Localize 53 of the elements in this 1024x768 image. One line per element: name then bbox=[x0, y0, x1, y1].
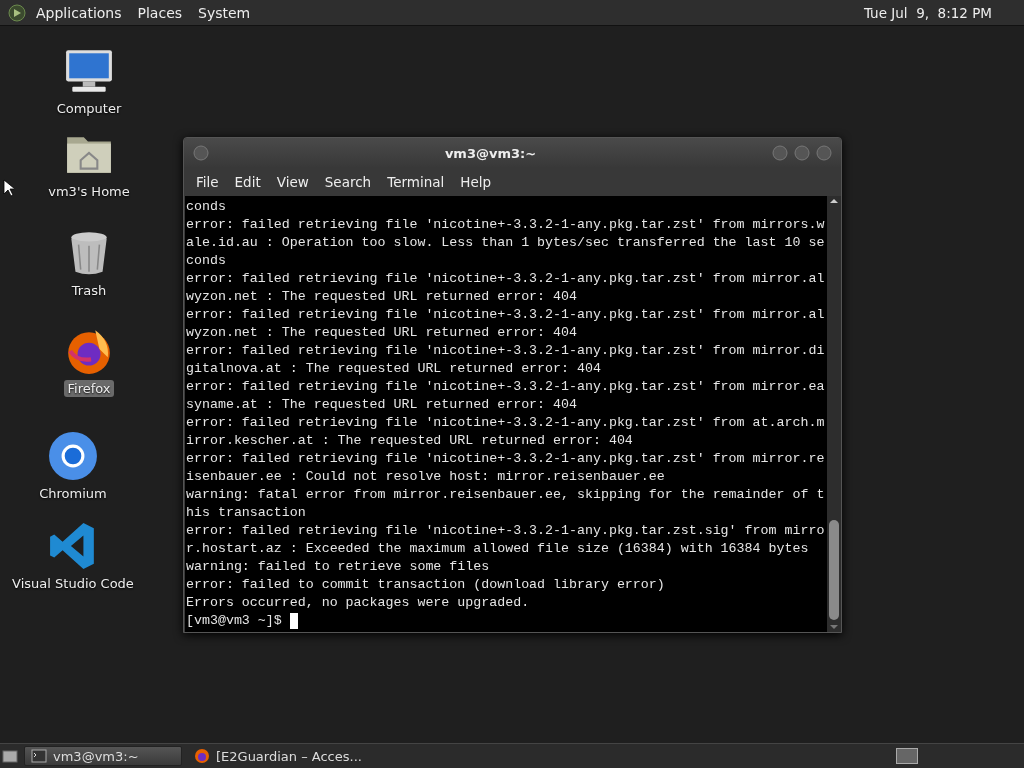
terminal-line: his transaction bbox=[186, 504, 306, 522]
terminal-line: error: failed retrieving file 'nicotine+-3.3.2-1-any.pkg.tar.zst' from mirror.di bbox=[186, 342, 825, 360]
terminal-line: warning: fatal error from mirror.reisenbauer.ee, skipping for the remainder of t bbox=[186, 486, 825, 504]
terminal-line: error: failed retrieving file 'nicotine+-3.3.2-1-any.pkg.tar.zst' from mirror.al bbox=[186, 270, 825, 288]
terminal-icon bbox=[31, 748, 47, 764]
terminal-line: error: failed retrieving file 'nicotine+-3.3.2-1-any.pkg.tar.zst' from mirror.re bbox=[186, 450, 825, 468]
taskbar-button[interactable]: vm3@vm3:~ bbox=[24, 746, 182, 766]
terminal-line: conds bbox=[186, 198, 226, 216]
scroll-down-icon[interactable] bbox=[829, 622, 839, 632]
firefox-icon bbox=[194, 748, 210, 764]
workspace-switcher[interactable] bbox=[896, 748, 918, 764]
terminal-line: r.hostart.az : Exceeded the maximum allowed file size (16384) with 16384 bytes bbox=[186, 540, 809, 558]
desktop-icon-label[interactable]: Visual Studio Code bbox=[9, 575, 137, 592]
menu-item[interactable]: File bbox=[188, 171, 227, 193]
menu-item[interactable]: Help bbox=[452, 171, 500, 193]
menu-item[interactable]: Edit bbox=[226, 171, 269, 193]
terminal-line: error: failed retrieving file 'nicotine+-3.3.2-1-any.pkg.tar.zst' from at.arch.m bbox=[186, 414, 825, 432]
terminal-line: wyzon.net : The requested URL returned error: 404 bbox=[186, 324, 577, 342]
panel-menu[interactable]: Places bbox=[129, 4, 191, 21]
text-cursor bbox=[289, 613, 298, 629]
terminal-line: isenbauer.ee : Could not resolve host: mirror.reisenbauer.ee bbox=[186, 468, 665, 486]
menu-item[interactable]: Terminal bbox=[379, 171, 453, 193]
terminal-line: irror.kescher.at : The requested URL returned error: 404 bbox=[186, 432, 633, 450]
chromium-icon[interactable] bbox=[48, 431, 98, 481]
terminal-line: Errors occurred, no packages were upgraded. bbox=[186, 594, 530, 612]
shell-prompt: [vm3@vm3 ~]$ bbox=[186, 612, 282, 630]
desktop-icon-label[interactable]: Trash bbox=[68, 282, 110, 299]
mouse-pointer-icon bbox=[3, 179, 14, 197]
desktop-icon-label[interactable]: Computer bbox=[53, 100, 125, 117]
window-title: vm3@vm3:~ bbox=[443, 145, 538, 161]
panel-menu[interactable]: System bbox=[190, 4, 259, 21]
terminal-line: ale.id.au : Operation too slow. Less than 1 bytes/sec transferred the last 10 se bbox=[186, 234, 825, 252]
show-desktop-icon[interactable] bbox=[2, 748, 18, 764]
panel-menu[interactable]: Applications bbox=[28, 4, 130, 21]
terminal-line: error: failed retrieving file 'nicotine+-3.3.2-1-any.pkg.tar.zst' from mirrors.w bbox=[186, 216, 825, 234]
menu-item[interactable]: View bbox=[268, 171, 317, 193]
desktop-icon-label[interactable]: Chromium bbox=[36, 485, 110, 502]
desktop-icon-label[interactable]: vm3's Home bbox=[45, 183, 133, 200]
terminal-line: error: failed to commit transaction (download library error) bbox=[186, 576, 665, 594]
terminal-line: error: failed retrieving file 'nicotine+-3.3.2-1-any.pkg.tar.zst.sig' from mirro bbox=[186, 522, 825, 540]
terminal-line: conds bbox=[186, 252, 226, 270]
terminal-line: wyzon.net : The requested URL returned error: 404 bbox=[186, 288, 577, 306]
terminal-line: error: failed retrieving file 'nicotine+-3.3.2-1-any.pkg.tar.zst' from mirror.ea bbox=[186, 378, 825, 396]
scrollbar-thumb[interactable] bbox=[829, 520, 839, 620]
terminal-line: gitalnova.at : The requested URL returned error: 404 bbox=[186, 360, 601, 378]
terminal-line: error: failed retrieving file 'nicotine+-3.3.2-1-any.pkg.tar.zst' from mirror.al bbox=[186, 306, 825, 324]
taskbar-button[interactable]: [E2Guardian – Acces... bbox=[188, 746, 368, 766]
terminal-line: syname.at : The requested URL returned error: 404 bbox=[186, 396, 577, 414]
desktop-icon-label[interactable]: Firefox bbox=[64, 380, 114, 397]
terminal-line: warning: failed to retrieve some files bbox=[186, 558, 490, 576]
clock[interactable]: Tue Jul 9, 8:12 PM bbox=[863, 4, 1016, 21]
distro-logo-icon[interactable] bbox=[8, 3, 26, 22]
menu-item[interactable]: Search bbox=[316, 171, 380, 193]
